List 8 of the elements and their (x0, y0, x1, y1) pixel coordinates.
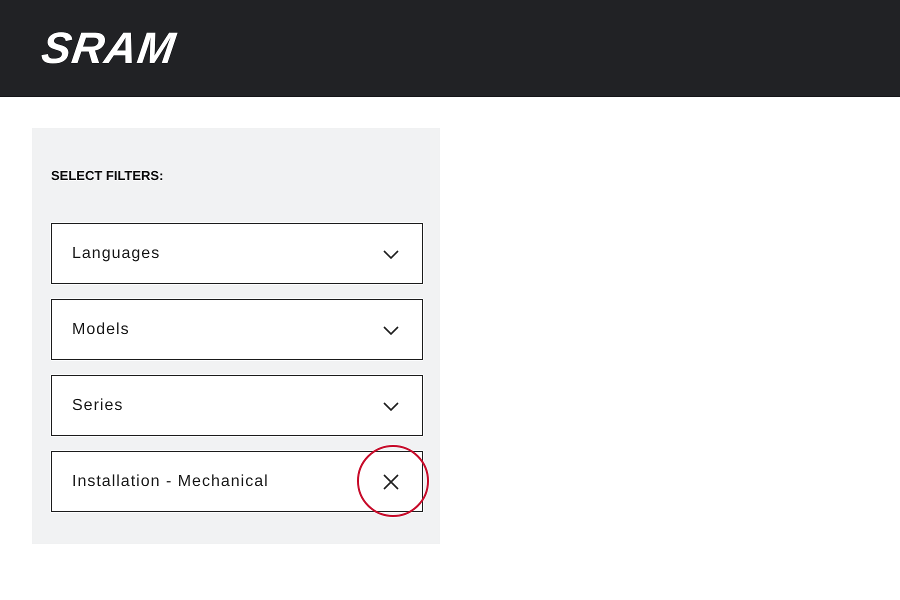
filter-dropdown[interactable]: Series (51, 375, 423, 436)
filters-heading: SELECT FILTERS: (51, 168, 164, 183)
filter-dropdown[interactable]: Languages (51, 223, 423, 284)
applied-filter[interactable]: Installation - Mechanical (51, 451, 423, 512)
filter-dropdown[interactable]: Models (51, 299, 423, 360)
close-icon[interactable] (382, 472, 400, 490)
brand-logo[interactable]: SRAM (38, 26, 179, 70)
highlight-circle (357, 445, 429, 517)
